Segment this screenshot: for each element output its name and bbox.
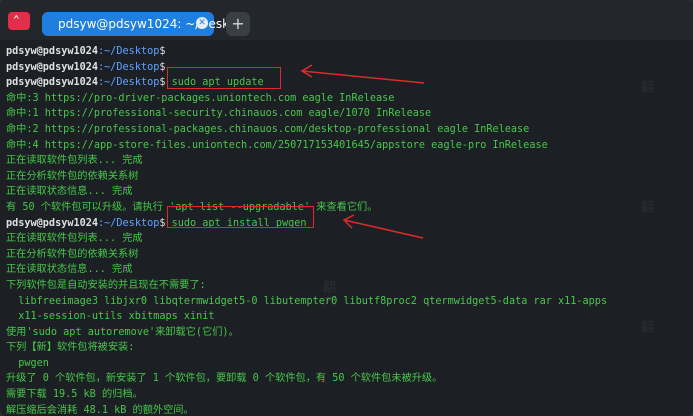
annotation-arrows — [300, 64, 425, 239]
terminal-window: ⌃ pdsyw@pdsyw1024: ~/Desktop ✕ + pdsyw@p… — [0, 0, 693, 416]
arrow-line — [301, 70, 425, 84]
arrow-line — [343, 219, 424, 239]
